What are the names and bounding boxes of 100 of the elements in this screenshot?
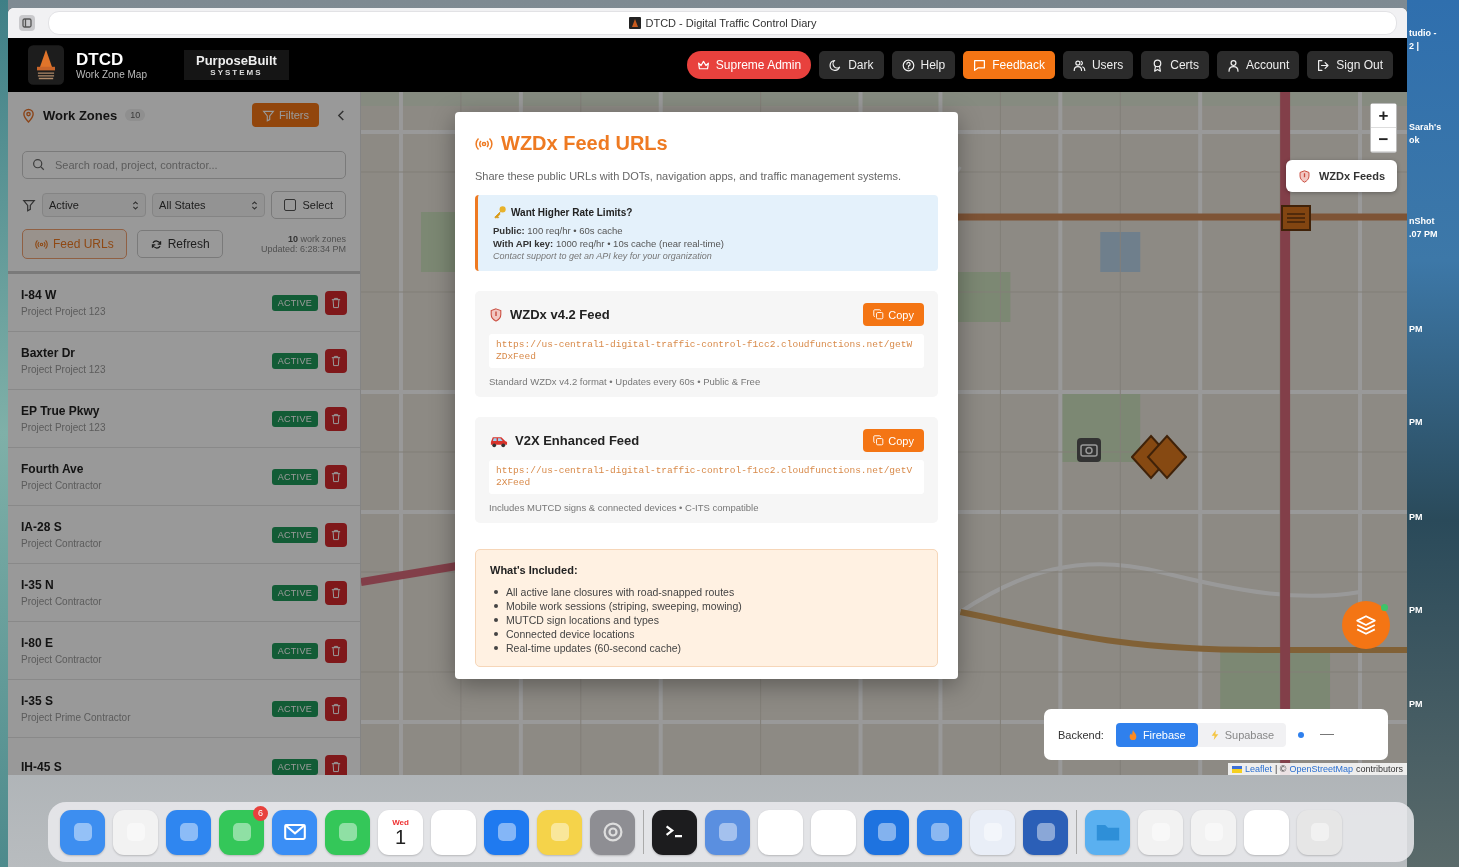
camera-marker-icon	[1076, 437, 1102, 463]
count-badge: 10	[125, 109, 146, 121]
header-button[interactable]: Account	[1216, 51, 1300, 79]
trash-icon	[331, 354, 341, 367]
search-icon	[32, 158, 45, 171]
work-zone-item[interactable]: IA-28 S Project Contractor ACTIVE	[8, 506, 360, 564]
copy-icon	[873, 309, 885, 320]
sidebar-toggle-icon[interactable]	[18, 14, 36, 32]
trash-icon	[331, 760, 341, 773]
desktop-icon-label: Sarah's	[1409, 122, 1442, 132]
dialog-description: Share these public URLs with DOTs, navigation apps, and traffic management systems.	[475, 169, 902, 183]
cone-logo-icon	[28, 45, 64, 85]
notice-title: Want Higher Rate Limits?	[511, 206, 633, 218]
panel-title: Work Zones	[43, 107, 118, 123]
work-zone-item[interactable]: EP True Pkwy Project Project 123 ACTIVE	[8, 390, 360, 448]
work-zone-item[interactable]: Fourth Ave Project Contractor ACTIVE	[8, 448, 360, 506]
header-button[interactable]: Users	[1062, 51, 1134, 79]
backend-option[interactable]: Firebase	[1115, 722, 1198, 747]
calendar-app-icon[interactable]: Wed 1	[378, 809, 423, 855]
feed-title: V2X Enhanced Feed	[515, 433, 640, 448]
work-zone-item[interactable]: I-80 E Project Contractor ACTIVE	[8, 622, 360, 680]
delete-button[interactable]	[325, 522, 347, 547]
included-item: MUTCD sign locations and types	[506, 614, 659, 626]
updated-time: Updated: 6:28:34 PM	[260, 244, 346, 254]
partner-logo: PurposeBuilt SYSTEMS	[184, 50, 289, 80]
search-field[interactable]: Search road, project, contractor...	[22, 151, 346, 179]
zone-count-text: 10 work zones	[287, 234, 346, 244]
map-attribution: Leaflet | © OpenStreetMap contributors	[1227, 763, 1407, 775]
zoom-in-button[interactable]: +	[1371, 104, 1396, 128]
feed-details: Includes MUTCD signs & connected devices • C-ITS compatible	[489, 502, 760, 513]
work-zone-item[interactable]: IH-45 S ACTIVE	[8, 738, 360, 775]
project-name: Project Project 123	[21, 306, 107, 317]
delete-button[interactable]	[325, 580, 347, 605]
road-name: I-80 E	[21, 636, 54, 650]
work-zone-item[interactable]: I-84 W Project Project 123 ACTIVE	[8, 274, 360, 332]
users-icon	[1072, 58, 1086, 72]
trash-icon	[331, 586, 341, 599]
select-button[interactable]: Select	[271, 191, 346, 219]
delete-button[interactable]	[325, 348, 347, 373]
status-badge: ACTIVE	[271, 526, 318, 543]
bullet-icon	[494, 618, 498, 622]
up-down-chevron-icon	[251, 199, 259, 211]
work-zone-item[interactable]: I-35 N Project Contractor ACTIVE	[8, 564, 360, 622]
road-work-sign-marker-icon	[1131, 432, 1187, 482]
role-badge-button[interactable]: Supreme Admin	[686, 51, 812, 79]
sign-out-icon	[1317, 58, 1331, 72]
status-badge: ACTIVE	[271, 468, 318, 485]
state-dropdown[interactable]: All States	[152, 193, 266, 217]
broadcast-icon	[475, 136, 493, 151]
desktop-icon-label: PM	[1409, 512, 1423, 522]
header-button[interactable]: Help	[891, 51, 956, 79]
header-button[interactable]: Certs	[1141, 51, 1209, 79]
wzdx-feeds-button[interactable]: WZDx Feeds	[1286, 160, 1397, 192]
app-subtitle: Work Zone Map	[76, 68, 148, 80]
person-icon	[1226, 58, 1240, 72]
work-zone-item[interactable]: I-35 S Project Prime Contractor ACTIVE	[8, 680, 360, 738]
status-dropdown[interactable]: Active	[42, 193, 147, 217]
project-name: Project Project 123	[21, 364, 107, 375]
desktop-icon-label: ok	[1409, 135, 1420, 145]
desktop-icon-label: PM	[1409, 699, 1423, 709]
road-work-sign-marker-icon	[1281, 205, 1311, 231]
collapse-chevron-icon[interactable]	[337, 108, 346, 122]
delete-button[interactable]	[325, 754, 347, 775]
dialog-title: WZDx Feed URLs	[501, 132, 668, 155]
road-name: Fourth Ave	[21, 462, 85, 476]
favicon-icon	[628, 17, 641, 29]
flame-icon	[1127, 728, 1138, 741]
header-button[interactable]: Sign Out	[1307, 51, 1393, 79]
notice-note: Contact support to get an API key for your organization	[493, 251, 713, 261]
delete-button[interactable]	[325, 406, 347, 431]
key-icon	[493, 205, 507, 219]
help-icon	[901, 58, 915, 72]
delete-button[interactable]	[325, 464, 347, 489]
status-badge: ACTIVE	[271, 410, 318, 427]
header-button[interactable]: Dark	[819, 51, 884, 79]
trash-icon	[331, 644, 341, 657]
bullet-icon	[494, 590, 498, 594]
shield-icon	[489, 306, 503, 323]
delete-button[interactable]	[325, 696, 347, 721]
road-name: EP True Pkwy	[21, 404, 101, 418]
connection-dot	[1298, 731, 1305, 738]
feed-details: Standard WZDx v4.2 format • Updates every 60s • Public & Free	[489, 376, 762, 387]
refresh-button[interactable]: Refresh	[136, 230, 223, 258]
road-name: I-35 S	[21, 694, 54, 708]
desktop-icon-label: PM	[1409, 605, 1423, 615]
page-title: DTCD - Digital Traffic Control Diary	[645, 17, 817, 29]
backend-option[interactable]: Supabase	[1197, 722, 1287, 747]
trash-icon	[331, 470, 341, 483]
project-name: Project Contractor	[21, 480, 103, 491]
status-badge: ACTIVE	[271, 584, 318, 601]
desktop-icon-label: PM	[1409, 417, 1423, 427]
delete-button[interactable]	[325, 290, 347, 315]
app-icon[interactable]	[652, 809, 697, 855]
address-bar[interactable]: DTCD - Digital Traffic Control Diary	[48, 11, 1397, 35]
road-name: IH-45 S	[21, 759, 63, 774]
project-name: Project Prime Contractor	[21, 712, 132, 723]
desktop-icon-label: .07 PM	[1409, 229, 1438, 239]
delete-button[interactable]	[325, 638, 347, 663]
work-zone-item[interactable]: Baxter Dr Project Project 123 ACTIVE	[8, 332, 360, 390]
status-badge: ACTIVE	[271, 642, 318, 659]
